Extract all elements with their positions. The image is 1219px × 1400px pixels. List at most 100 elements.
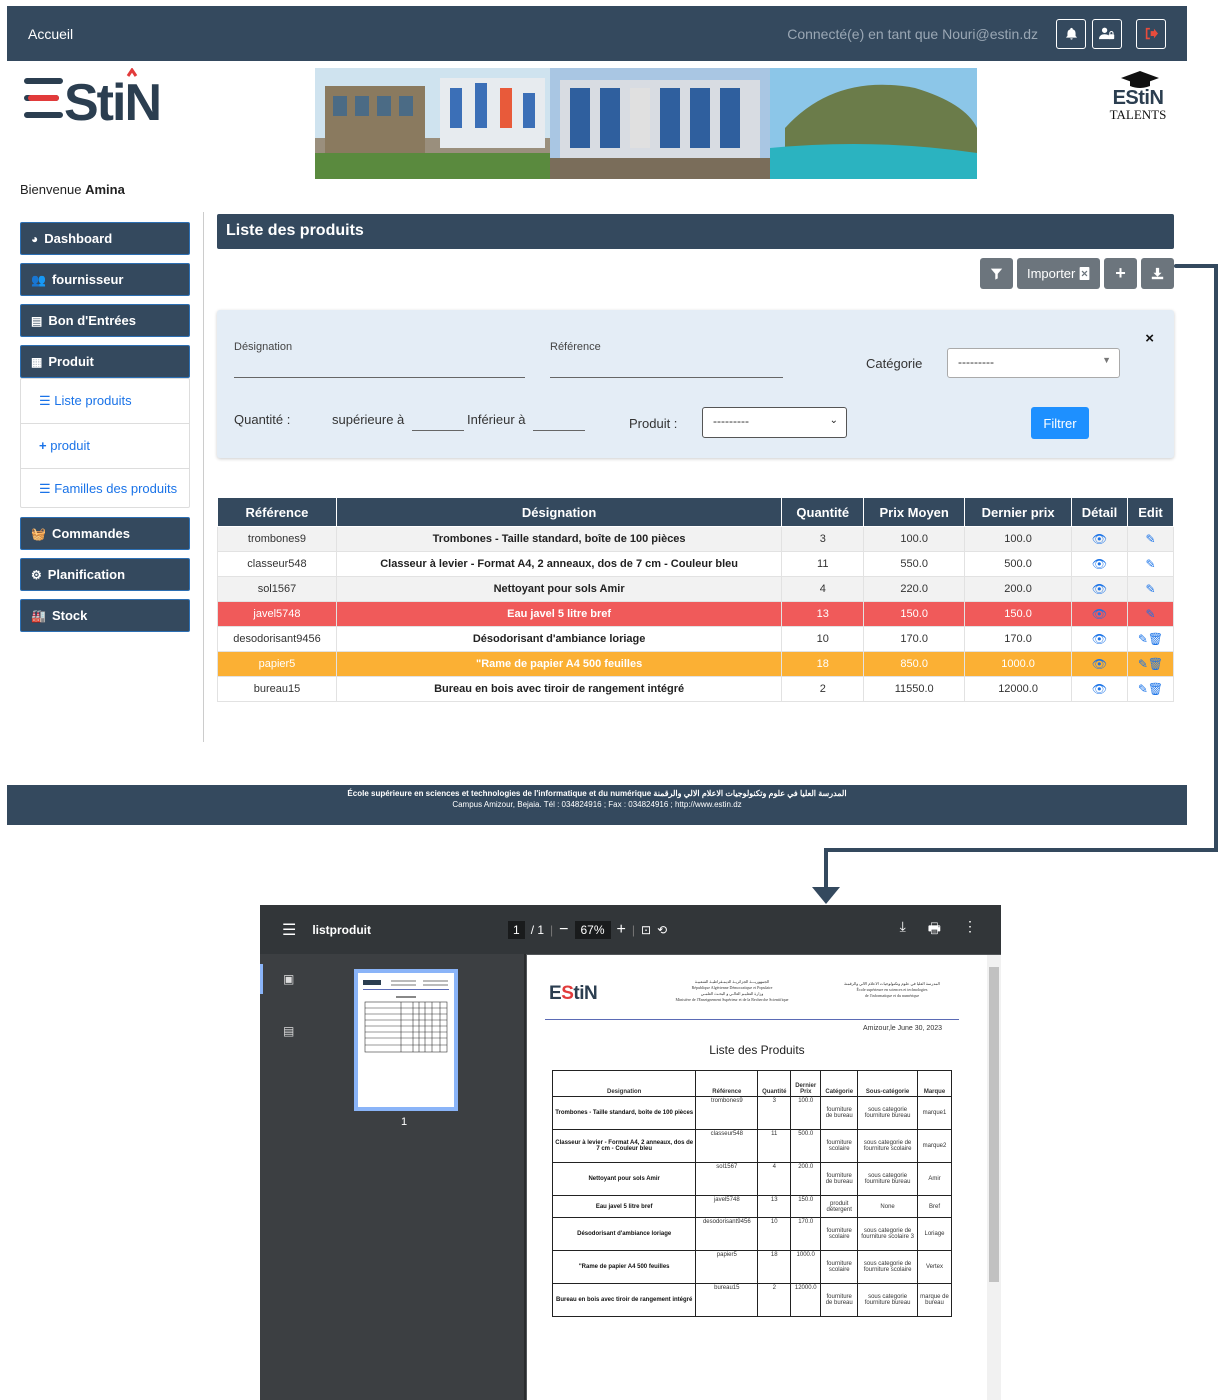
menu-icon[interactable]: ☰	[282, 920, 296, 940]
submenu-liste-produits[interactable]: ☰ Liste produits	[21, 379, 189, 424]
zoom-in-icon[interactable]: +	[617, 921, 626, 939]
min-quantity-input[interactable]	[412, 430, 464, 431]
logout-button[interactable]	[1136, 18, 1166, 49]
basket-icon: 🧺	[31, 526, 46, 541]
trash-icon[interactable]: 🗑	[1148, 682, 1163, 696]
designation-label: Désignation	[234, 341, 293, 353]
designation-input[interactable]	[234, 377, 525, 378]
filtrer-button[interactable]: Filtrer	[1031, 407, 1089, 439]
produit-select[interactable]: --------- ⌄	[702, 407, 847, 438]
filter-icon	[990, 268, 1003, 280]
col-reference[interactable]: Référence	[217, 497, 337, 527]
sidebar-item-produit[interactable]: ▦ Produit	[20, 345, 190, 378]
trash-icon[interactable]: 🗑	[1148, 632, 1163, 646]
estin-logo[interactable]: StiN	[22, 67, 192, 132]
cell-prix-moyen: 100.0	[863, 526, 966, 552]
cell-reference: sol1567	[217, 576, 337, 602]
gears-icon: ⚙	[31, 567, 42, 582]
arrow-down-icon	[812, 887, 840, 904]
cell-reference: bureau15	[217, 676, 337, 702]
pencil-icon[interactable]: ✎	[1138, 657, 1148, 671]
page-number-input[interactable]: 1	[508, 920, 525, 939]
cell-reference: papier5	[217, 651, 337, 677]
sidebar-item-fournisseur[interactable]: 👥 fournisseur	[20, 263, 190, 296]
import-button[interactable]: Importer	[1016, 258, 1100, 289]
cell-dernier-prix: 1000.0	[964, 651, 1073, 677]
pencil-icon[interactable]: ✎	[1145, 582, 1155, 596]
col-quantite[interactable]: Quantité	[781, 497, 865, 527]
submenu-add-produit[interactable]: + produit	[21, 424, 189, 469]
filter-button[interactable]	[979, 258, 1013, 289]
rotate-icon[interactable]: ⟲	[657, 923, 667, 937]
submenu-familles-produits[interactable]: ☰ Familles des produits	[21, 469, 189, 507]
sidebar-item-dashboard[interactable]: ◕ Dashboard	[20, 222, 190, 255]
logout-icon	[1145, 27, 1158, 40]
sidebar-item-commandes[interactable]: 🧺 Commandes	[20, 517, 190, 550]
thumbnails-icon[interactable]: ▣	[283, 972, 294, 986]
print-icon[interactable]: 🖶	[928, 918, 941, 942]
trash-icon[interactable]: 🗑	[1148, 657, 1163, 671]
pie-chart-icon: ◕	[31, 231, 39, 246]
pdf-scrollbar[interactable]	[987, 955, 1001, 1400]
cell-quantite: 18	[781, 651, 865, 677]
max-quantity-input[interactable]	[533, 430, 585, 431]
eye-icon[interactable]: 👁	[1092, 657, 1107, 671]
pencil-icon[interactable]: ✎	[1138, 632, 1148, 646]
notifications-button[interactable]	[1056, 18, 1086, 49]
eye-icon[interactable]: 👁	[1092, 632, 1107, 646]
produit-submenu: ☰ Liste produits + produit ☰ Familles de…	[20, 378, 190, 508]
home-link[interactable]: Accueil	[28, 26, 73, 42]
download-button[interactable]	[1141, 258, 1174, 289]
cell-quantite: 3	[781, 526, 865, 552]
add-product-button[interactable]: +	[1104, 258, 1137, 289]
pdf-table-row: Désodorisant d'ambiance loriage desodori…	[551, 1217, 952, 1251]
reference-label: Référence	[550, 341, 601, 353]
download-icon[interactable]: ⤓	[900, 918, 906, 942]
pencil-icon[interactable]: ✎	[1138, 682, 1148, 696]
chevron-down-icon: ⌄	[829, 415, 838, 426]
page-thumbnail[interactable]	[354, 969, 458, 1111]
table-row-alert-red: javel5748 Eau javel 5 litre bref 13 150.…	[217, 601, 1175, 627]
eye-icon[interactable]: 👁	[1092, 682, 1107, 696]
cell-quantite: 13	[781, 601, 865, 627]
pencil-icon[interactable]: ✎	[1145, 607, 1155, 621]
zoom-input[interactable]: 67%	[574, 920, 611, 939]
cell-designation: Trombones - Taille standard, boîte de 10…	[335, 526, 783, 552]
cell-dernier-prix: 200.0	[964, 576, 1073, 602]
categorie-select[interactable]: --------- ▼	[947, 348, 1120, 378]
sidebar-item-stock[interactable]: 🏭 Stock	[20, 599, 190, 632]
connector-line	[1174, 264, 1218, 268]
eye-icon[interactable]: 👁	[1092, 607, 1107, 621]
pdf-table-row: Trombones - Taille standard, boîte de 10…	[551, 1096, 952, 1130]
col-designation[interactable]: Désignation	[335, 497, 783, 527]
cell-dernier-prix: 170.0	[964, 626, 1073, 652]
col-prix-moyen[interactable]: Prix Moyen	[863, 497, 966, 527]
eye-icon[interactable]: 👁	[1092, 532, 1107, 546]
eye-icon[interactable]: 👁	[1092, 557, 1107, 571]
close-icon[interactable]: ×	[1145, 330, 1154, 347]
cell-reference: javel5748	[217, 601, 337, 627]
outline-icon[interactable]: ▤	[283, 1024, 294, 1038]
reference-input[interactable]	[550, 377, 783, 378]
connector-line	[824, 848, 828, 888]
sidebar-item-bon-entrees[interactable]: ▤ Bon d'Entrées	[20, 304, 190, 337]
zoom-out-icon[interactable]: −	[559, 921, 568, 939]
col-dernier-prix[interactable]: Dernier prix	[964, 497, 1073, 527]
list-icon: ☰	[39, 393, 51, 408]
more-options-icon[interactable]: ⋮	[963, 918, 977, 942]
pencil-icon[interactable]: ✎	[1145, 532, 1155, 546]
page-title: Liste des produits	[217, 214, 1174, 249]
pdf-page: EStiN الجمهوريـــة الجزائريـة الديمـقراط…	[527, 955, 987, 1400]
col-detail: Détail	[1071, 497, 1128, 527]
cell-prix-moyen: 850.0	[863, 651, 966, 677]
user-lock-button[interactable]	[1092, 18, 1122, 49]
eye-icon[interactable]: 👁	[1092, 582, 1107, 596]
fit-page-icon[interactable]: ⊡	[641, 923, 651, 937]
users-icon: 👥	[31, 272, 46, 287]
scrollbar-thumb[interactable]	[989, 967, 999, 1282]
cell-prix-moyen: 11550.0	[863, 676, 966, 702]
sidebar-item-planification[interactable]: ⚙ Planification	[20, 558, 190, 591]
cell-dernier-prix: 100.0	[964, 526, 1073, 552]
pencil-icon[interactable]: ✎	[1145, 557, 1155, 571]
pdf-table-row: Eau javel 5 litre bref javel5748 13 150.…	[551, 1195, 952, 1218]
